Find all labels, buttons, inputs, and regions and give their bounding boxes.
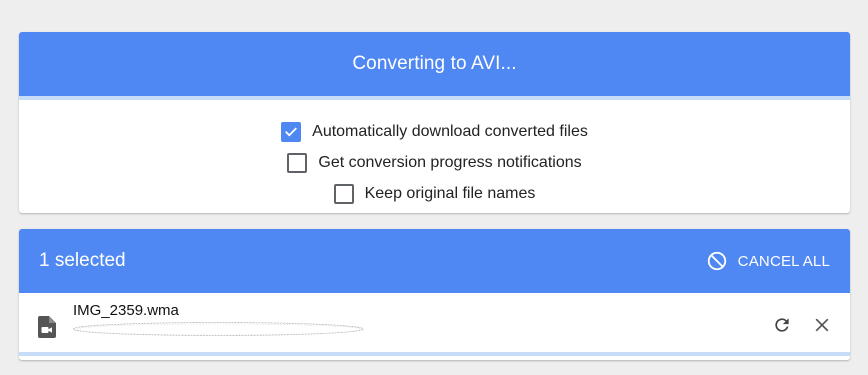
conversion-card: Converting to AVI... Automatically downl… <box>19 32 850 213</box>
conversion-title: Converting to AVI... <box>352 53 517 74</box>
progress-notifications-checkbox[interactable] <box>287 152 308 173</box>
auto-download-checkbox[interactable] <box>281 121 302 142</box>
check-icon <box>285 127 298 136</box>
file-progress-bar <box>19 352 850 356</box>
file-name: IMG_2359.wma <box>73 301 179 319</box>
close-icon[interactable] <box>810 313 834 337</box>
files-header: 1 selected CANCEL ALL <box>19 229 850 293</box>
option-progress-notifications[interactable]: Get conversion progress notifications <box>287 147 582 178</box>
option-auto-download[interactable]: Automatically download converted files <box>281 116 588 147</box>
conversion-options: Automatically download converted files G… <box>19 100 850 209</box>
selected-count: 1 selected <box>39 250 126 271</box>
cancel-all-label: CANCEL ALL <box>737 252 830 270</box>
file-info: IMG_2359.wma <box>73 302 754 338</box>
file-row-actions <box>754 313 834 337</box>
auto-download-label: Automatically download converted files <box>312 122 588 140</box>
keep-file-names-label: Keep original file names <box>364 184 536 202</box>
keep-file-names-checkbox[interactable] <box>333 183 354 204</box>
conversion-status-scribble <box>73 321 364 336</box>
cancel-all-button[interactable]: CANCEL ALL <box>706 250 830 272</box>
files-card: 1 selected CANCEL ALL IMG_2359.wma <box>19 229 850 360</box>
video-file-icon <box>37 315 57 338</box>
refresh-icon[interactable] <box>770 313 794 337</box>
file-row: IMG_2359.wma <box>19 293 850 356</box>
conversion-header: Converting to AVI... <box>19 32 850 96</box>
progress-notifications-label: Get conversion progress notifications <box>318 153 582 171</box>
ban-icon <box>706 250 728 272</box>
option-keep-file-names[interactable]: Keep original file names <box>333 178 536 209</box>
